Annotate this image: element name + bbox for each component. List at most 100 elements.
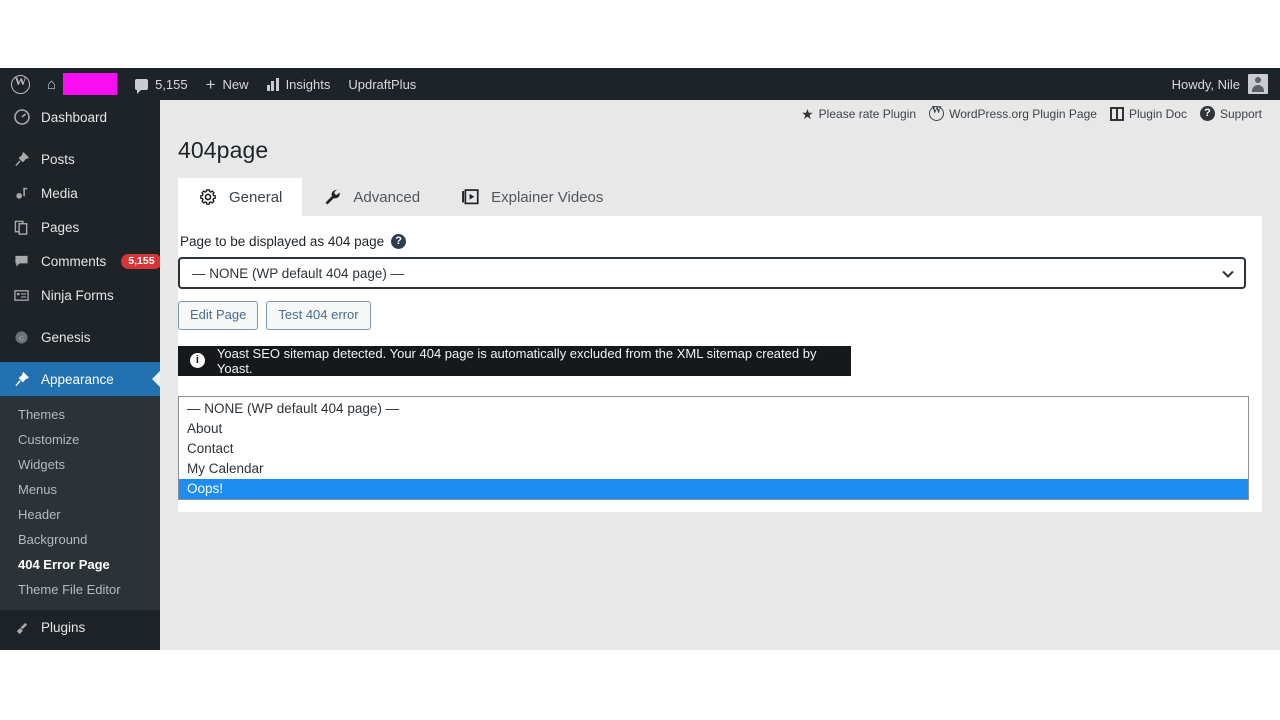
list-item[interactable]: My Calendar — [179, 459, 1248, 479]
plugin-doc-link[interactable]: Plugin Doc — [1106, 106, 1191, 121]
page-title: 404page — [178, 137, 269, 163]
list-item-selected[interactable]: Oops! — [179, 478, 1248, 499]
wp-admin-bar: ⌂ 5,155 + New Insights UpdraftPlus Howdy… — [0, 68, 1280, 100]
sidebar-item-label: Dashboard — [41, 109, 108, 125]
sidebar-subitem-background[interactable]: Background — [0, 527, 160, 552]
home-icon: ⌂ — [47, 75, 57, 93]
dashboard-icon — [12, 108, 31, 127]
updraftplus-label: UpdraftPlus — [348, 76, 417, 92]
sidebar-item-label: Pages — [41, 219, 80, 235]
avatar[interactable] — [1248, 74, 1268, 94]
sidebar-subitem-themes[interactable]: Themes — [0, 402, 160, 427]
sidebar-subitem-theme-file-editor[interactable]: Theme File Editor — [0, 577, 160, 602]
video-icon — [460, 187, 480, 207]
book-icon — [1109, 106, 1124, 121]
howdy-label[interactable]: Howdy, Nile — [1172, 77, 1240, 92]
updraftplus-button[interactable]: UpdraftPlus — [339, 68, 425, 100]
sidebar-subitem-404-error-page[interactable]: 404 Error Page — [0, 552, 160, 577]
form-icon — [12, 286, 31, 305]
sidebar-subitem-widgets[interactable]: Widgets — [0, 452, 160, 477]
yoast-sitemap-notice: i Yoast SEO sitemap detected. Your 404 p… — [178, 345, 851, 376]
bar-chart-icon — [266, 77, 279, 91]
plug-icon — [12, 618, 31, 637]
plugin-doc-label: Plugin Doc — [1128, 106, 1187, 121]
sidebar-item-label: Posts — [41, 151, 75, 167]
appearance-submenu: Themes Customize Widgets Menus Header Ba… — [0, 396, 160, 610]
sidebar-item-label: Ninja Forms — [41, 287, 114, 303]
gear-icon — [198, 187, 218, 207]
sidebar-item-label: Media — [41, 185, 78, 201]
sidebar-item-plugins[interactable]: Plugins — [0, 610, 160, 644]
sidebar-item-media[interactable]: Media — [0, 176, 160, 210]
site-name-menu[interactable]: ⌂ — [38, 68, 126, 100]
sidebar-subitem-customize[interactable]: Customize — [0, 427, 160, 452]
insights-button[interactable]: Insights — [258, 68, 340, 100]
new-content-button[interactable]: + New — [197, 68, 258, 100]
pages-icon — [12, 218, 31, 237]
sidebar-item-ninja-forms[interactable]: Ninja Forms — [0, 278, 160, 312]
genesis-icon: G — [12, 328, 31, 347]
sidebar-item-label: Plugins — [41, 619, 86, 635]
wordpress-org-plugin-page-link[interactable]: WordPress.org Plugin Page — [925, 105, 1101, 121]
star-icon: ★ — [801, 105, 814, 122]
chevron-down-icon — [1222, 266, 1234, 278]
support-label: Support — [1219, 106, 1262, 121]
svg-text:G: G — [19, 335, 24, 342]
wordpress-org-label: WordPress.org Plugin Page — [949, 106, 1097, 121]
insights-label: Insights — [285, 76, 331, 92]
tab-explainer-videos[interactable]: Explainer Videos — [440, 178, 623, 216]
sidebar-item-comments[interactable]: Comments 5,155 — [0, 244, 162, 278]
sidebar-subitem-menus[interactable]: Menus — [0, 477, 160, 502]
comments-count-label: 5,155 — [155, 76, 188, 92]
pin-icon — [12, 150, 31, 169]
support-link[interactable]: ? Support — [1196, 106, 1266, 121]
test-404-error-button[interactable]: Test 404 error — [266, 301, 371, 330]
info-icon: i — [190, 353, 205, 369]
comment-icon — [135, 78, 149, 94]
question-mark-icon: ? — [1199, 106, 1215, 121]
tab-general[interactable]: General — [178, 178, 303, 216]
tab-label: General — [229, 188, 283, 206]
redacted-site-name — [63, 73, 118, 95]
page-select[interactable]: — NONE (WP default 404 page) — — [178, 257, 1246, 289]
sidebar-item-label: Comments — [41, 253, 107, 269]
browser-screen: ⌂ 5,155 + New Insights UpdraftPlus Howdy… — [0, 0, 1280, 720]
rate-plugin-link[interactable]: ★ Please rate Plugin — [797, 107, 920, 121]
wordpress-logo-icon — [11, 74, 30, 94]
brush-icon — [12, 370, 31, 389]
comments-count-button[interactable]: 5,155 — [126, 68, 197, 100]
select-field-label-row: Page to be displayed as 404 page ? — [178, 234, 1262, 249]
edit-page-button[interactable]: Edit Page — [178, 301, 259, 330]
plus-icon: + — [205, 74, 216, 94]
rate-plugin-label: Please rate Plugin — [818, 106, 917, 121]
notice-text: Yoast SEO sitemap detected. Your 404 pag… — [216, 345, 817, 376]
sidebar-subitem-header[interactable]: Header — [0, 502, 160, 527]
media-icon — [12, 184, 31, 203]
tab-label: Explainer Videos — [491, 188, 604, 206]
new-label: New — [222, 76, 249, 92]
plugin-links-bar: ★ Please rate Plugin WordPress.org Plugi… — [160, 100, 1280, 121]
wordpress-logo-button[interactable] — [0, 68, 38, 100]
comments-badge: 5,155 — [121, 253, 162, 269]
sidebar-item-dashboard[interactable]: Dashboard — [0, 100, 160, 134]
sidebar-item-label: Appearance — [41, 371, 114, 387]
sidebar-item-posts[interactable]: Posts — [0, 142, 160, 176]
sidebar-item-genesis[interactable]: G Genesis — [0, 320, 160, 354]
tab-label: Advanced — [353, 188, 421, 206]
wordpress-logo-icon — [929, 105, 945, 121]
sidebar-item-appearance[interactable]: Appearance — [0, 362, 160, 396]
page-options-listbox[interactable]: — NONE (WP default 404 page) — About Con… — [178, 395, 1249, 500]
sidebar-item-pages[interactable]: Pages — [0, 210, 160, 244]
sidebar-item-label: Genesis — [41, 329, 91, 345]
page-select-value: — NONE (WP default 404 page) — — [192, 265, 405, 281]
comment-icon — [12, 252, 31, 271]
tab-bar: General Advanced Explainer Videos — [178, 178, 1280, 216]
admin-sidebar: Dashboard Posts Media Pages Comments 5,1… — [0, 100, 162, 650]
tab-advanced[interactable]: Advanced — [302, 178, 440, 216]
list-item[interactable]: Contact — [179, 439, 1248, 459]
list-item[interactable]: — NONE (WP default 404 page) — — [179, 399, 1248, 419]
general-settings-panel: Page to be displayed as 404 page ? — NON… — [178, 216, 1262, 512]
content-area: ★ Please rate Plugin WordPress.org Plugi… — [160, 100, 1280, 650]
list-item[interactable]: About — [179, 419, 1248, 439]
question-mark-icon[interactable]: ? — [391, 234, 407, 249]
